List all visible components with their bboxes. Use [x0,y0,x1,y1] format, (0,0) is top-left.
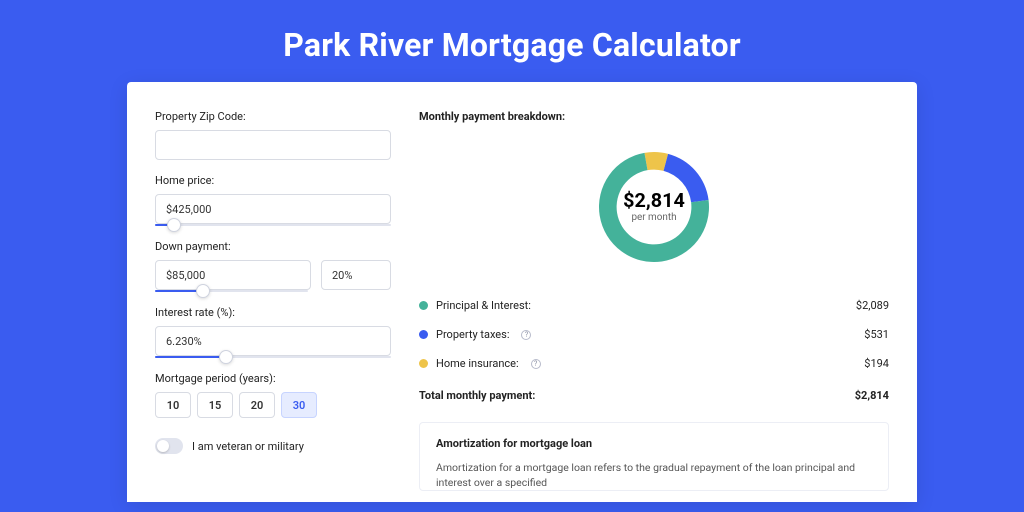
zip-group: Property Zip Code: [155,110,391,160]
legend-value: $2,089 [856,299,889,312]
interest-input[interactable] [155,326,391,356]
interest-label: Interest rate (%): [155,306,391,319]
down-payment-group: Down payment: [155,240,391,292]
down-payment-slider-thumb[interactable] [196,284,210,298]
info-icon[interactable]: ? [531,359,541,369]
legend-value: $531 [864,328,889,341]
down-payment-label: Down payment: [155,240,391,253]
donut-chart: $2,814 per month [419,137,889,291]
amortization-text: Amortization for a mortgage loan refers … [436,460,872,490]
total-value: $2,814 [855,389,889,402]
veteran-toggle[interactable] [155,438,183,454]
legend-row-1: Property taxes:? $531 [419,320,889,349]
home-price-slider[interactable] [155,224,391,226]
toggle-knob [157,440,169,452]
veteran-label: I am veteran or military [192,440,304,453]
interest-group: Interest rate (%): [155,306,391,358]
period-option-10[interactable]: 10 [155,392,191,418]
form-panel: Property Zip Code: Home price: Down paym… [155,110,391,502]
down-payment-amount-input[interactable] [155,260,311,290]
legend-label: Property taxes: [436,328,509,341]
donut-center-amount: $2,814 [623,189,685,212]
breakdown-title: Monthly payment breakdown: [419,110,889,123]
donut-svg: $2,814 per month [588,141,720,273]
legend-list: Principal & Interest: $2,089 Property taxe… [419,291,889,378]
legend-dot-icon [419,330,428,339]
breakdown-panel: Monthly payment breakdown: $2,814 per mo… [419,110,889,502]
period-option-30[interactable]: 30 [281,392,317,418]
period-group: Mortgage period (years): 10152030 [155,372,391,418]
legend-label: Home insurance: [436,357,519,370]
veteran-row: I am veteran or military [155,438,391,454]
calculator-card: Property Zip Code: Home price: Down paym… [127,82,917,502]
total-row: Total monthly payment: $2,814 [419,378,889,416]
home-price-label: Home price: [155,174,391,187]
donut-center-sub: per month [631,212,676,223]
zip-input[interactable] [155,130,391,160]
down-payment-slider[interactable] [155,290,308,292]
page-title: Park River Mortgage Calculator [0,0,1024,82]
amortization-box: Amortization for mortgage loan Amortizat… [419,422,889,491]
legend-dot-icon [419,301,428,310]
zip-label: Property Zip Code: [155,110,391,123]
home-price-slider-thumb[interactable] [167,218,181,232]
period-option-15[interactable]: 15 [197,392,233,418]
legend-row-0: Principal & Interest: $2,089 [419,291,889,320]
legend-label: Principal & Interest: [436,299,531,312]
interest-slider[interactable] [155,356,391,358]
down-payment-percent-input[interactable] [321,260,391,290]
period-label: Mortgage period (years): [155,372,391,385]
amortization-title: Amortization for mortgage loan [436,437,872,450]
info-icon[interactable]: ? [521,330,531,340]
interest-slider-thumb[interactable] [219,350,233,364]
total-label: Total monthly payment: [419,389,535,402]
legend-value: $194 [864,357,889,370]
legend-row-2: Home insurance:? $194 [419,349,889,378]
home-price-input[interactable] [155,194,391,224]
period-options: 10152030 [155,392,391,418]
legend-dot-icon [419,359,428,368]
app: Park River Mortgage Calculator Property … [0,0,1024,512]
home-price-group: Home price: [155,174,391,226]
period-option-20[interactable]: 20 [239,392,275,418]
